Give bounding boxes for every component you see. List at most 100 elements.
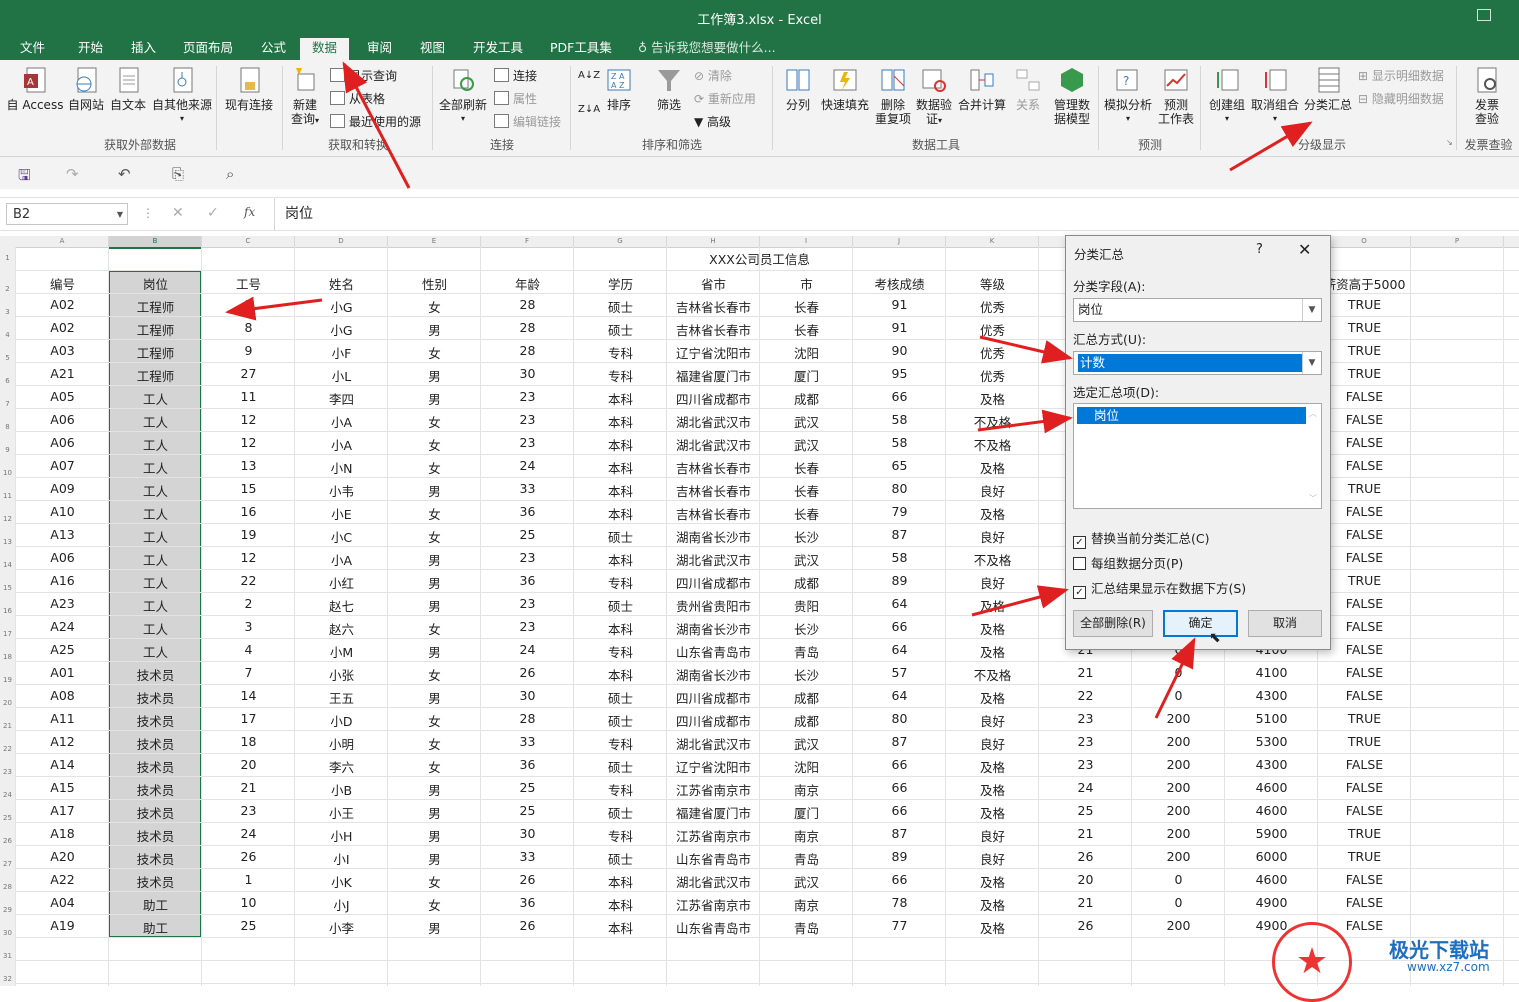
table-cell[interactable]: 技术员 — [109, 872, 202, 891]
flash-fill-button[interactable]: 快速填充 — [818, 66, 872, 112]
table-cell[interactable]: 22 — [202, 573, 295, 588]
table-cell[interactable]: A12 — [16, 734, 109, 749]
table-cell[interactable]: 贵州省贵阳市 — [667, 596, 760, 615]
table-cell[interactable]: 200 — [1132, 711, 1225, 726]
table-cell[interactable]: 21 — [1039, 826, 1132, 841]
column-header[interactable]: A — [16, 236, 109, 247]
table-cell[interactable]: 工人 — [109, 596, 202, 615]
table-cell[interactable]: 工人 — [109, 481, 202, 500]
table-cell[interactable]: 女 — [388, 619, 481, 638]
table-cell[interactable]: 本科 — [574, 504, 667, 523]
table-cell[interactable]: 20 — [1039, 872, 1132, 887]
row-number[interactable]: 24 — [0, 791, 15, 799]
row-number[interactable]: 31 — [0, 952, 15, 960]
table-cell[interactable]: 小A — [295, 550, 388, 569]
table-cell[interactable]: A06 — [16, 550, 109, 565]
table-cell[interactable]: 专科 — [574, 573, 667, 592]
table-cell[interactable]: 200 — [1132, 918, 1225, 933]
table-cell[interactable]: 23 — [481, 619, 574, 634]
table-cell[interactable]: TRUE — [1318, 573, 1411, 588]
restore-window-icon[interactable] — [1477, 9, 1491, 21]
table-cell[interactable]: 0 — [1132, 665, 1225, 680]
table-cell[interactable]: 女 — [388, 527, 481, 546]
table-cell[interactable]: 南京 — [760, 895, 853, 914]
table-cell[interactable]: FALSE — [1318, 412, 1411, 427]
table-cell[interactable]: 小I — [295, 849, 388, 868]
undo-icon[interactable]: ↶ — [118, 165, 131, 183]
table-cell[interactable]: 7 — [202, 665, 295, 680]
table-cell[interactable]: 沈阳 — [760, 757, 853, 776]
table-cell[interactable]: 优秀 — [946, 343, 1039, 362]
table-cell[interactable]: 23 — [481, 412, 574, 427]
table-cell[interactable]: 30 — [481, 688, 574, 703]
row-number[interactable]: 11 — [0, 492, 15, 500]
table-cell[interactable]: 小王 — [295, 803, 388, 822]
table-cell[interactable]: 女 — [388, 711, 481, 730]
replace-subtotals-checkbox[interactable]: ✓ 替换当前分类汇总(C) — [1073, 528, 1209, 549]
table-cell[interactable]: 良好 — [946, 734, 1039, 753]
table-cell[interactable]: 58 — [853, 435, 946, 450]
table-cell[interactable]: 91 — [853, 320, 946, 335]
table-cell[interactable]: 四川省成都市 — [667, 711, 760, 730]
row-number[interactable]: 3 — [0, 308, 15, 316]
table-cell[interactable]: 长沙 — [760, 619, 853, 638]
use-function-select[interactable]: 计数 ▼ — [1073, 351, 1322, 375]
table-cell[interactable]: 优秀 — [946, 320, 1039, 339]
table-cell[interactable]: 成都 — [760, 389, 853, 408]
table-cell[interactable]: A15 — [16, 780, 109, 795]
table-cell[interactable]: 成都 — [760, 688, 853, 707]
table-cell[interactable]: 及格 — [946, 688, 1039, 707]
table-cell[interactable]: 小M — [295, 642, 388, 661]
save-icon[interactable]: 🖫 — [18, 165, 31, 190]
table-cell[interactable]: 91 — [853, 297, 946, 312]
row-number[interactable]: 13 — [0, 538, 15, 546]
table-cell[interactable]: 吉林省长春市 — [667, 458, 760, 477]
table-cell[interactable]: FALSE — [1318, 872, 1411, 887]
row-number[interactable]: 4 — [0, 331, 15, 339]
data-validation-button[interactable]: 数据验 证▾ — [914, 66, 954, 128]
table-cell[interactable]: 4600 — [1225, 803, 1318, 818]
row-number[interactable]: 25 — [0, 814, 15, 822]
table-cell[interactable]: 湖南省长沙市 — [667, 527, 760, 546]
row-number[interactable]: 28 — [0, 883, 15, 891]
table-cell[interactable]: 4 — [202, 642, 295, 657]
table-cell[interactable]: 女 — [388, 458, 481, 477]
table-cell[interactable]: 及格 — [946, 504, 1039, 523]
remove-duplicates-button[interactable]: 删除 重复项 — [874, 66, 912, 126]
table-cell[interactable]: 助工 — [109, 918, 202, 937]
table-cell[interactable]: FALSE — [1318, 803, 1411, 818]
table-cell[interactable]: A25 — [16, 642, 109, 657]
at-each-change-in-select[interactable]: 岗位 ▼ — [1073, 298, 1322, 322]
table-cell[interactable]: 3 — [202, 297, 295, 312]
table-cell[interactable]: 89 — [853, 573, 946, 588]
table-cell[interactable]: 200 — [1132, 734, 1225, 749]
table-cell[interactable]: 李四 — [295, 389, 388, 408]
table-cell[interactable]: 24 — [481, 642, 574, 657]
table-cell[interactable]: 吉林省长春市 — [667, 504, 760, 523]
subtotal-button[interactable]: 分类汇总 — [1302, 66, 1354, 112]
table-cell[interactable]: 24 — [1039, 780, 1132, 795]
table-cell[interactable]: A14 — [16, 757, 109, 772]
table-cell[interactable]: 4300 — [1225, 757, 1318, 772]
table-cell[interactable]: 湖北省武汉市 — [667, 435, 760, 454]
connections-button[interactable]: 连接 — [494, 67, 537, 84]
row-number[interactable]: 22 — [0, 745, 15, 753]
table-cell[interactable]: 专科 — [574, 343, 667, 362]
row-number[interactable]: 26 — [0, 837, 15, 845]
table-cell[interactable]: 0 — [1132, 895, 1225, 910]
table-cell[interactable]: 吉林省长春市 — [667, 297, 760, 316]
print-preview-icon[interactable]: ⌕ — [226, 165, 234, 183]
refresh-all-button[interactable]: 全部刷新 ▾ — [437, 66, 489, 126]
table-cell[interactable]: 江苏省南京市 — [667, 895, 760, 914]
row-number[interactable]: 5 — [0, 354, 15, 362]
row-number[interactable]: 16 — [0, 607, 15, 615]
tab-file[interactable]: 文件 — [18, 38, 47, 60]
row-number[interactable]: 8 — [0, 423, 15, 431]
tab-formulas[interactable]: 公式 — [259, 38, 288, 60]
row-number[interactable]: 7 — [0, 400, 15, 408]
table-cell[interactable]: 工程师 — [109, 366, 202, 385]
header-cell[interactable]: 岗位 — [109, 274, 202, 293]
ok-button[interactable]: 确定 — [1163, 610, 1238, 637]
tell-me-box[interactable]: ♁ 告诉我您想要做什么... — [636, 38, 778, 60]
tab-review[interactable]: 审阅 — [365, 38, 394, 60]
